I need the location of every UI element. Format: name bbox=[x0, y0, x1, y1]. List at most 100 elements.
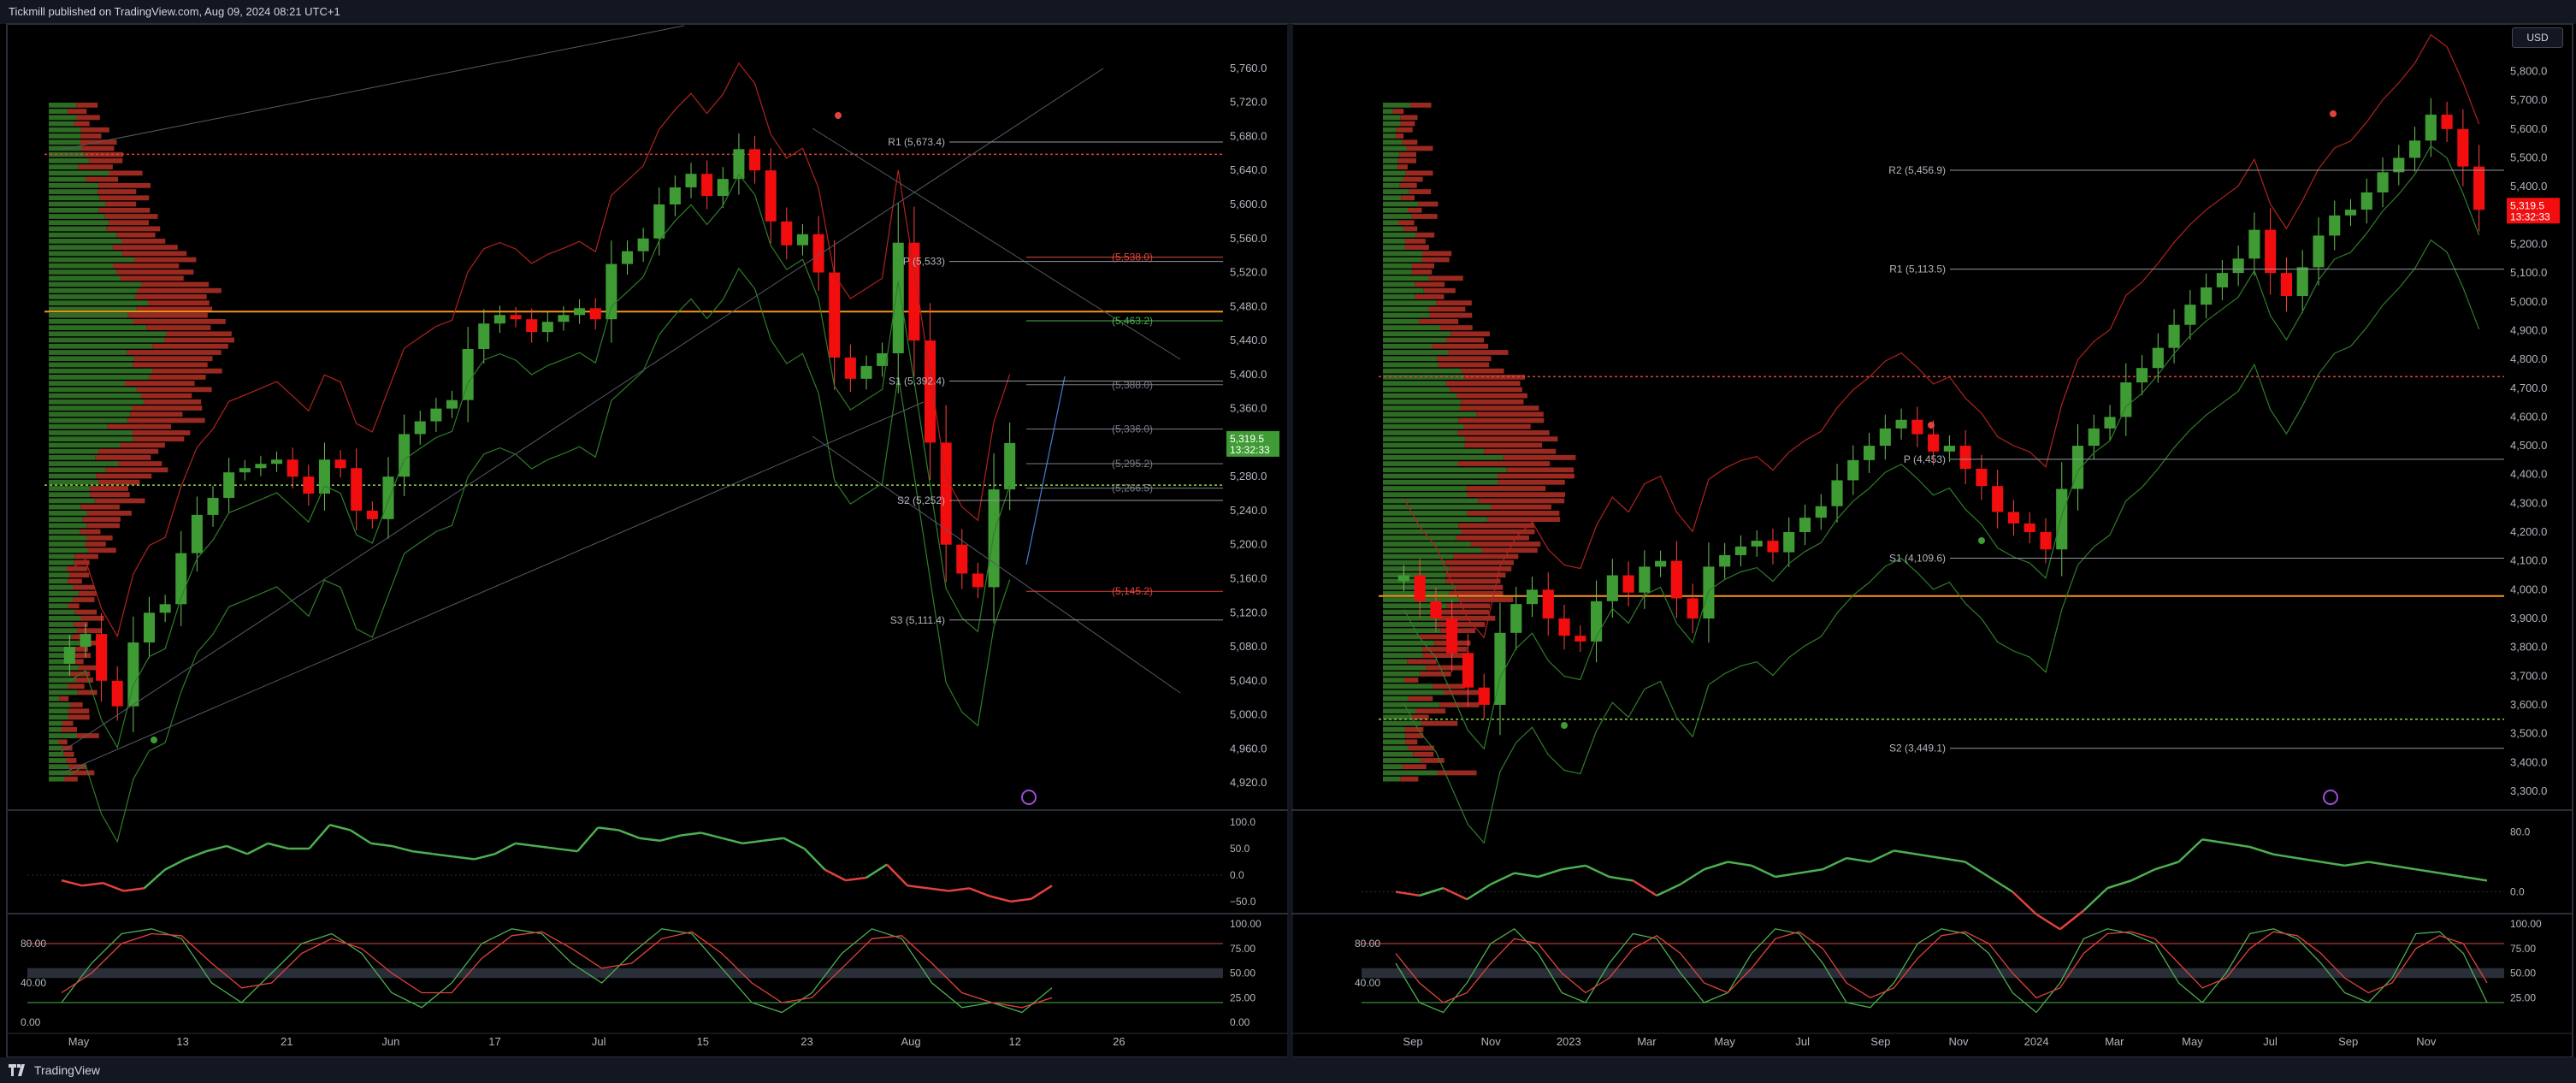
left-candle bbox=[589, 308, 601, 320]
left-y-tick: 5,640.0 bbox=[1230, 163, 1267, 176]
left-volume-profile-bar bbox=[49, 566, 68, 571]
right-y-tick: 4,300.0 bbox=[2510, 496, 2547, 509]
left-candle bbox=[860, 365, 872, 379]
left-volume-profile-bar bbox=[77, 689, 97, 695]
right-candle bbox=[1831, 480, 1843, 506]
right-volume-profile-bar bbox=[1383, 547, 1482, 553]
left-volume-profile-bar bbox=[49, 127, 81, 133]
right-volume-profile-bar bbox=[1383, 356, 1438, 362]
left-volume-profile-bar bbox=[121, 239, 166, 244]
right-volume-profile-bar bbox=[1456, 393, 1527, 399]
left-candle bbox=[988, 489, 1000, 588]
left-trend-line bbox=[812, 435, 1181, 694]
left-volume-profile-bar bbox=[49, 578, 68, 584]
right-volume-profile-bar bbox=[1439, 325, 1473, 330]
left-candle bbox=[63, 647, 75, 664]
right-osc-segment bbox=[1442, 886, 1468, 901]
right-volume-profile-bar bbox=[1476, 411, 1544, 417]
left-volume-profile-bar bbox=[49, 109, 68, 115]
left-volume-profile-bar bbox=[49, 318, 133, 324]
left-x-label: 13 bbox=[176, 1035, 188, 1048]
left-volume-profile-bar bbox=[49, 239, 122, 244]
right-volume-profile-bar bbox=[1383, 220, 1398, 226]
left-volume-profile-bar bbox=[49, 479, 99, 485]
left-volume-profile-bar bbox=[80, 529, 101, 535]
right-osc-segment bbox=[2012, 891, 2037, 915]
right-volume-profile-bar bbox=[1429, 312, 1473, 318]
left-stoch-left-tick: 40.00 bbox=[21, 977, 46, 989]
left-osc-segment bbox=[61, 879, 83, 887]
left-osc-tick: −50.0 bbox=[1230, 896, 1256, 908]
right-y-tick: 3,900.0 bbox=[2510, 612, 2547, 624]
left-volume-profile-bar bbox=[67, 566, 88, 571]
left-candle bbox=[111, 680, 123, 707]
right-volume-profile-bar bbox=[1383, 226, 1403, 232]
left-volume-profile-bar bbox=[49, 684, 68, 689]
right-volume-profile-bar bbox=[1415, 294, 1445, 299]
left-volume-profile-bar bbox=[49, 498, 95, 504]
right-volume-profile-bar bbox=[1383, 486, 1467, 491]
left-y-tick: 5,120.0 bbox=[1230, 606, 1267, 618]
currency-button[interactable]: USD bbox=[2512, 27, 2563, 48]
right-volume-profile-bar bbox=[1404, 678, 1419, 683]
right-y-tick: 5,000.0 bbox=[2510, 295, 2547, 308]
right-volume-profile-bar bbox=[1383, 318, 1420, 324]
right-volume-profile-bar bbox=[1383, 517, 1488, 523]
right-volume-profile-bar bbox=[1437, 770, 1477, 776]
right-candle bbox=[2313, 235, 2325, 268]
right-volume-profile-bar bbox=[1423, 287, 1456, 293]
left-osc-segment bbox=[948, 887, 970, 892]
right-volume-profile-bar bbox=[1498, 473, 1575, 479]
right-candle bbox=[1943, 446, 1955, 452]
left-y-tick: 5,520.0 bbox=[1230, 266, 1267, 279]
left-volume-profile-bar bbox=[81, 145, 115, 151]
right-volume-profile-bar bbox=[1440, 628, 1476, 634]
right-volume-profile-bar bbox=[1383, 164, 1398, 170]
left-osc-segment bbox=[226, 844, 248, 855]
right-volume-profile-bar bbox=[1432, 343, 1489, 349]
right-volume-profile-bar bbox=[1395, 133, 1404, 139]
right-volume-profile-bar bbox=[1383, 764, 1403, 770]
right-candle bbox=[1863, 446, 1876, 460]
left-volume-profile-bar bbox=[49, 523, 87, 529]
right-candle bbox=[2265, 229, 2277, 274]
left-volume-profile-bar bbox=[149, 375, 206, 380]
right-volume-profile-bar bbox=[1419, 318, 1459, 324]
left-volume-profile-bar bbox=[87, 511, 132, 516]
right-volume-profile-bar bbox=[1467, 492, 1566, 498]
left-volume-profile-bar bbox=[49, 381, 126, 387]
right-volume-profile-bar bbox=[1383, 399, 1462, 405]
left-volume-profile-bar bbox=[49, 442, 121, 448]
right-volume-profile-bar bbox=[1383, 350, 1449, 355]
right-volume-profile-bar bbox=[1449, 566, 1512, 571]
tradingview-logo[interactable]: TradingView bbox=[9, 1057, 100, 1083]
left-osc-tick: 50.0 bbox=[1230, 843, 1250, 855]
right-volume-profile-bar bbox=[1415, 232, 1435, 238]
left-volume-profile-bar bbox=[104, 214, 158, 219]
right-pivot-label: S2 (3,449.1) bbox=[1889, 743, 1946, 755]
left-y-tick: 5,200.0 bbox=[1230, 538, 1267, 551]
right-volume-profile-bar bbox=[1383, 622, 1439, 627]
right-y-tick: 5,600.0 bbox=[2510, 122, 2547, 135]
left-volume-profile-bar bbox=[66, 758, 77, 763]
left-osc-segment bbox=[783, 837, 806, 850]
chart-canvas[interactable]: 5,760.0 5,720.0 5,680.0 5,640.0 5,600.0 5,560… bbox=[0, 0, 2576, 1083]
left-volume-profile-bar bbox=[74, 609, 97, 615]
left-volume-profile-bar bbox=[132, 430, 191, 435]
left-volume-profile-bar bbox=[49, 745, 63, 751]
right-volume-profile-bar bbox=[1457, 461, 1551, 466]
left-candle bbox=[159, 604, 171, 613]
left-volume-profile-bar bbox=[49, 139, 81, 145]
left-y-tick: 5,400.0 bbox=[1230, 368, 1267, 381]
left-signal-dot bbox=[151, 737, 157, 743]
right-volume-profile-bar bbox=[1436, 609, 1490, 615]
right-volume-profile-bar bbox=[1383, 628, 1441, 634]
left-osc-segment bbox=[515, 842, 537, 848]
left-volume-profile-bar bbox=[152, 343, 228, 349]
left-volume-profile-bar bbox=[49, 603, 68, 609]
right-candle bbox=[1815, 506, 1827, 518]
right-volume-profile-bar bbox=[1383, 214, 1412, 219]
left-stoch-tick: 75.00 bbox=[1230, 943, 1256, 955]
right-osc-segment bbox=[1395, 891, 1420, 897]
right-volume-profile-bar bbox=[1467, 511, 1560, 516]
